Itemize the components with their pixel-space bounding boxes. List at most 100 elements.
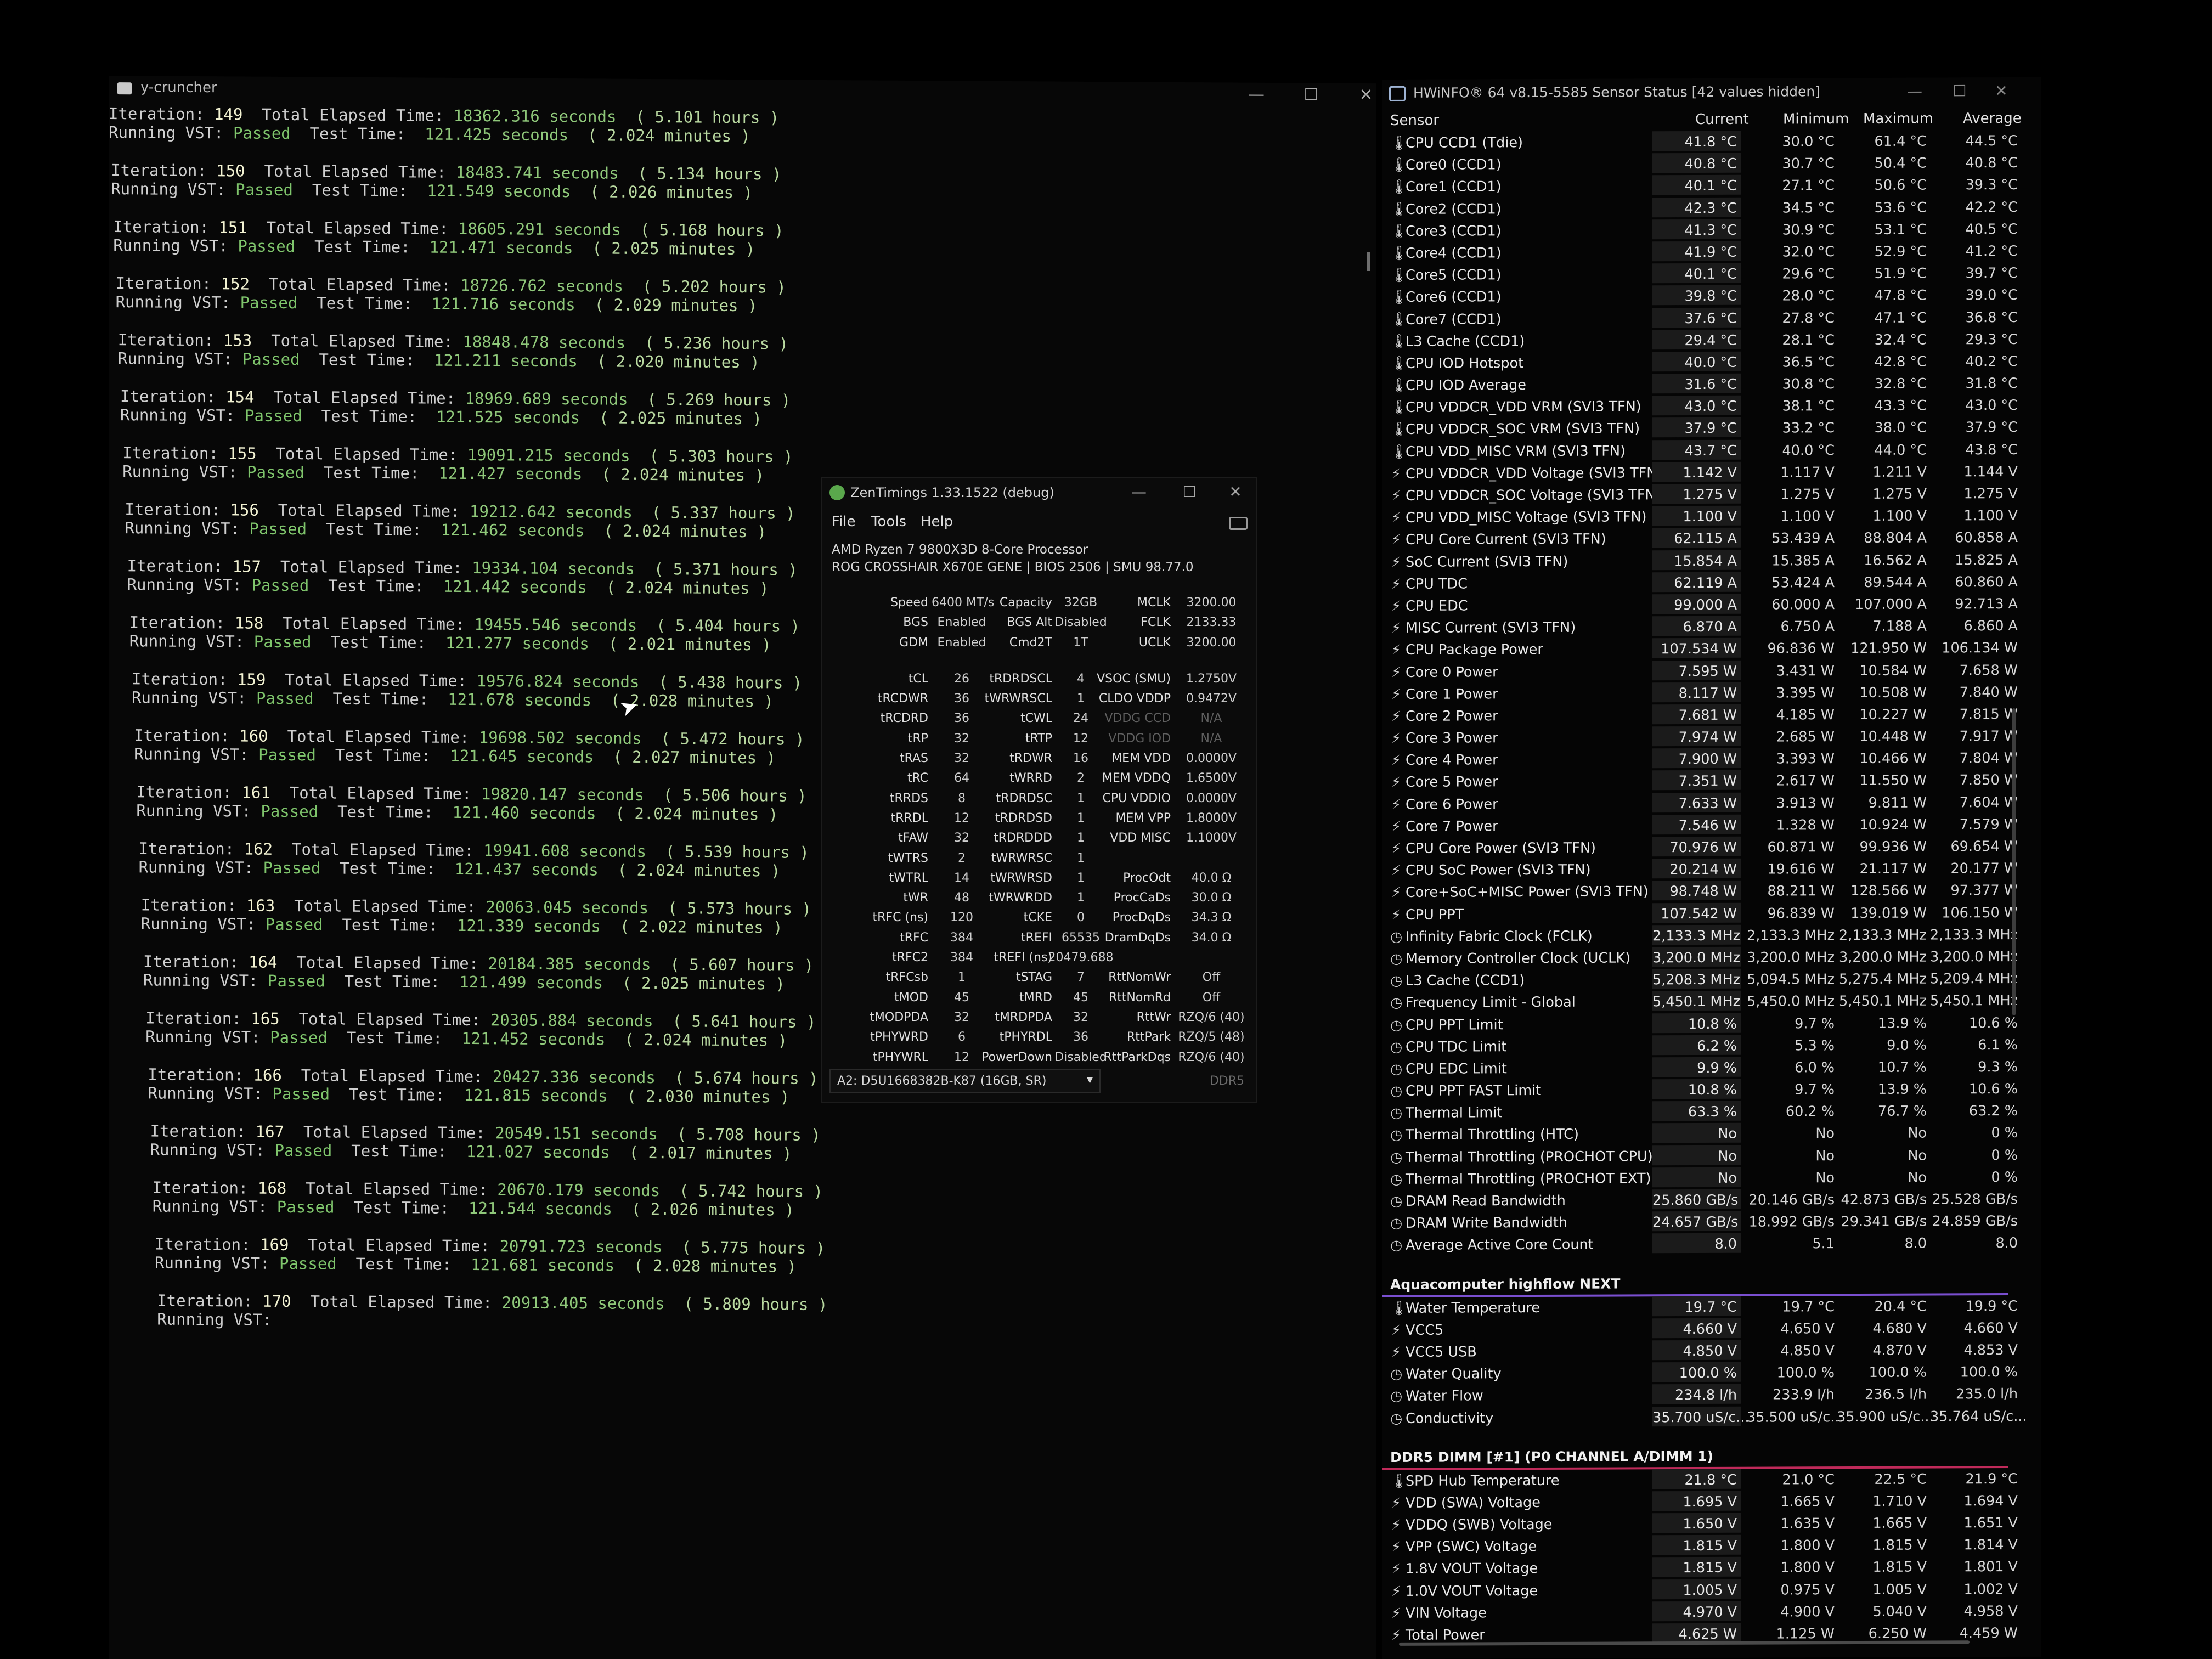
sensor-row[interactable]: 🌡 CPU VDD_MISC VRM (SVI3 TFN) 43.7 °C 40.0 … [1383,438,2041,462]
voltage-label: ProcDqDs [1112,911,1171,925]
sensor-row[interactable]: ⚡ Core 5 Power 7.351 W 2.617 W 11.550 W 7.850… [1383,769,2041,793]
sensor-row[interactable]: ⚡ Core 3 Power 7.974 W 2.685 W 10.448 W 7.917… [1383,725,2041,749]
sensor-row[interactable]: 🌡 Water Temperature 19.7 °C 19.7 °C 20.4 °C 1… [1383,1295,2041,1319]
sensor-row[interactable]: ◷ Conductivity 35.700 uS/c... 35.500 uS/c..… [1383,1405,2041,1429]
sensor-row[interactable]: 🌡 Core5 (CCD1) 40.1 °C 29.6 °C 51.9 °C 39.7 °… [1383,262,2041,286]
minimize-button[interactable]: — [1122,483,1155,501]
sensor-average: 4.660 V [1963,1319,2018,1337]
sensor-row[interactable]: ⚡ CPU Package Power 107.534 W 96.836 W 121.9… [1383,637,2041,661]
sensor-row[interactable]: ◷ Water Flow 234.8 l/h 233.9 l/h 236.5 l/h 23… [1383,1383,2041,1407]
scrollbar[interactable] [2012,708,2016,1015]
sensor-row[interactable]: 🌡 SPD Hub Temperature 21.8 °C 21.0 °C 22.5 °… [1383,1468,2041,1492]
close-button[interactable]: ✕ [1219,483,1252,501]
menu-file[interactable]: File [832,514,856,530]
sensor-row[interactable]: 🌡 Core4 (CCD1) 41.9 °C 32.0 °C 52.9 °C 41.2 °… [1383,240,2041,264]
menu-help[interactable]: Help [921,514,953,530]
voltage-label: MEM VDDQ [1102,771,1171,786]
sensor-row[interactable]: ◷ Average Active Core Count 8.0 5.1 8.0 8.0 [1383,1232,2041,1256]
sensor-row[interactable]: ⚡ MISC Current (SVI3 TFN) 6.870 A 6.750 A 7.… [1383,615,2041,639]
col-maximum[interactable]: Maximum [1863,110,1933,127]
sensor-row[interactable]: ⚡ Core 7 Power 7.546 W 1.328 W 10.924 W 7.579… [1383,814,2041,838]
zentimings-titlebar[interactable]: ZenTimings 1.33.1522 (debug) — ☐ ✕ [822,478,1256,507]
col-sensor[interactable]: Sensor [1390,112,1439,129]
sensor-row[interactable]: 🌡 CPU CCD1 (Tdie) 41.8 °C 30.0 °C 61.4 °C 44.… [1383,130,2041,154]
sensor-row[interactable]: 🌡 Core3 (CCD1) 41.3 °C 30.9 °C 53.1 °C 40.5 °… [1383,218,2041,242]
maximize-button[interactable]: ☐ [1295,85,1328,104]
col-current[interactable]: Current [1695,111,1749,128]
close-button[interactable]: ✕ [1985,82,2018,100]
sensor-row[interactable]: ⚡ CPU Core Power (SVI3 TFN) 70.976 W 60.871… [1383,836,2041,860]
zentimings-window[interactable]: ZenTimings 1.33.1522 (debug) — ☐ ✕ File … [821,477,1257,1103]
ycruncher-titlebar[interactable]: y-cruncher — ☐ ✕ [109,76,1376,105]
sensor-row[interactable]: ◷ Frequency Limit - Global 5,450.1 MHz 5,45… [1383,990,2041,1014]
sensor-row[interactable]: 🌡 Core7 (CCD1) 37.6 °C 27.8 °C 47.1 °C 36.8 °… [1383,306,2041,330]
sensor-row[interactable]: ⚡ Core+SoC+MISC Power (SVI3 TFN) 98.748 W 8… [1383,879,2041,904]
sensor-row[interactable]: ⚡ CPU TDC 62.119 A 53.424 A 89.544 A 60.860 A [1383,571,2041,595]
sensor-row[interactable]: ⚡ Core 6 Power 7.633 W 3.913 W 9.811 W 7.604 … [1383,791,2041,815]
hwinfo-titlebar[interactable]: HWiNFO® 64 v8.15-5585 Sensor Status [42 … [1383,77,2041,108]
sensor-row[interactable]: ⚡ CPU PPT 107.542 W 96.839 W 139.019 W 106.15… [1383,901,2041,926]
sensor-row[interactable]: ⚡ CPU SoC Power (SVI3 TFN) 20.214 W 19.616 … [1383,857,2041,882]
sensor-row[interactable]: ◷ Memory Controller Clock (UCLK) 3,200.0 M… [1383,946,2041,970]
col-minimum[interactable]: Minimum [1783,111,1849,127]
sensor-row[interactable]: 🌡 CPU IOD Hotspot 40.0 °C 36.5 °C 42.8 °C 40.… [1383,351,2041,375]
sensor-row[interactable]: ⚡ VCC5 USB 4.850 V 4.850 V 4.870 V 4.853 V [1383,1339,2041,1363]
sensor-row[interactable]: 🌡 CPU IOD Average 31.6 °C 30.8 °C 32.8 °C 31.… [1383,373,2041,397]
sensor-row[interactable]: ◷ Thermal Limit 63.3 % 60.2 % 76.7 % 63.2 % [1383,1100,2041,1124]
sensor-row[interactable]: 🌡 L3 Cache (CCD1) 29.4 °C 28.1 °C 32.4 °C 29.… [1383,328,2041,352]
sensor-row[interactable]: 🌡 Core6 (CCD1) 39.8 °C 28.0 °C 47.8 °C 39.0 °… [1383,284,2041,308]
close-button[interactable]: ✕ [1350,86,1383,105]
sensor-row[interactable]: ◷ Infinity Fabric Clock (FCLK) 2,133.3 MHz… [1383,924,2041,948]
sensor-row[interactable]: ⚡ VDD (SWA) Voltage 1.695 V 1.665 V 1.710 V 1… [1383,1490,2041,1514]
sensor-row[interactable]: ⚡ SoC Current (SVI3 TFN) 15.854 A 15.385 A 1… [1383,549,2041,573]
hwinfo-window[interactable]: HWiNFO® 64 v8.15-5585 Sensor Status [42 … [1383,77,2041,1659]
test-time-minutes: ( 2.028 minutes ) [634,1256,797,1276]
sensor-row[interactable]: ⚡ CPU VDDCR_SOC Voltage (SVI3 TFN) 1.275 V… [1383,483,2041,507]
sensor-row[interactable]: 🌡 Core0 (CCD1) 40.8 °C 30.7 °C 50.4 °C 40.8 °… [1383,152,2041,176]
sensor-row[interactable]: ⚡ Core 1 Power 8.117 W 3.395 W 10.508 W 7.840… [1383,681,2041,705]
sensor-group-header[interactable]: Aquacomputer highflow NEXT [1383,1271,2041,1297]
sensor-row[interactable]: ⚡ VDDQ (SWB) Voltage 1.650 V 1.635 V 1.665 V… [1383,1512,2041,1536]
sensor-row[interactable]: ⚡ Core 2 Power 7.681 W 4.185 W 10.227 W 7.815… [1383,703,2041,727]
sensor-row[interactable]: ⚡ CPU VDD_MISC Voltage (SVI3 TFN) 1.100 V 1… [1383,505,2041,529]
sensor-row[interactable]: ⚡ VIN Voltage 4.970 V 4.900 V 5.040 V 4.958 V [1383,1600,2041,1624]
sensor-row[interactable]: ⚡ Core 0 Power 7.595 W 3.431 W 10.584 W 7.658… [1383,659,2041,683]
sensor-row[interactable]: 🌡 Core1 (CCD1) 40.1 °C 27.1 °C 50.6 °C 39.3 °… [1383,174,2041,198]
sensor-row[interactable]: ⚡ CPU EDC 99.000 A 60.000 A 107.000 A 92.713 … [1383,593,2041,617]
sensor-row[interactable]: ◷ DRAM Write Bandwidth 24.657 GB/s 18.992 G… [1383,1210,2041,1234]
sensor-row[interactable]: ⚡ 1.8V VOUT Voltage 1.815 V 1.800 V 1.815 V 1… [1383,1556,2041,1580]
sensor-row[interactable]: ◷ Thermal Throttling (PROCHOT EXT) No No No 0… [1383,1166,2041,1190]
sensor-name: CPU IOD Hotspot [1406,354,1524,372]
minimize-button[interactable]: — [1898,82,1931,100]
sensor-row[interactable]: 🌡 CPU VDDCR_VDD VRM (SVI3 TFN) 43.0 °C 38.1… [1383,394,2041,419]
sensor-row[interactable]: ◷ CPU EDC Limit 9.9 % 6.0 % 10.7 % 9.3 % [1383,1056,2041,1080]
sensor-row[interactable]: ◷ Thermal Throttling (HTC) No No No 0 % [1383,1122,2041,1146]
sensor-row[interactable]: ⚡ Core 4 Power 7.900 W 3.393 W 10.466 W 7.804… [1383,747,2041,771]
sensor-minimum: 4.650 V [1780,1320,1835,1338]
dimm-select[interactable]: A2: D5U1668382B-K87 (16GB, SR) ▾ [830,1069,1101,1093]
menu-tools[interactable]: Tools [871,514,906,530]
elapsed-hours: ( 5.573 hours ) [668,899,812,918]
col-average[interactable]: Average [1963,110,2022,127]
bolt-icon: ⚡ [1391,1605,1401,1622]
sensor-row[interactable]: ◷ Water Quality 100.0 % 100.0 % 100.0 % 100.0… [1383,1361,2041,1385]
sensor-row[interactable]: ◷ L3 Cache (CCD1) 5,208.3 MHz 5,094.5 MHz 5,… [1383,968,2041,992]
sensor-row[interactable]: 🌡 CPU VDDCR_SOC VRM (SVI3 TFN) 37.9 °C 33.2… [1383,416,2041,441]
sensor-row[interactable]: ⚡ 1.0V VOUT Voltage 1.005 V 0.975 V 1.005 V 1… [1383,1578,2041,1602]
sensor-group-header[interactable]: DDR5 DIMM [#1] (P0 CHANNEL A/DIMM 1) [1383,1443,2041,1470]
camera-icon[interactable] [1229,517,1248,530]
sensor-row[interactable]: ⚡ VCC5 4.660 V 4.650 V 4.680 V 4.660 V [1383,1317,2041,1341]
sensor-row[interactable]: ◷ DRAM Read Bandwidth 25.860 GB/s 20.146 GB… [1383,1188,2041,1212]
sensor-row[interactable]: ◷ CPU TDC Limit 6.2 % 5.3 % 9.0 % 6.1 % [1383,1034,2041,1058]
sensor-row[interactable]: ⚡ VPP (SWC) Voltage 1.815 V 1.800 V 1.815 V 1… [1383,1534,2041,1558]
sensor-row[interactable]: ⚡ CPU VDDCR_VDD Voltage (SVI3 TFN) 1.142 V… [1383,461,2041,485]
maximize-button[interactable]: ☐ [1943,82,1976,100]
test-time-seconds: 121.525 seconds [436,407,580,427]
minimize-button[interactable]: — [1240,85,1273,104]
sensor-row[interactable]: ◷ CPU PPT FAST Limit 10.8 % 9.7 % 13.9 % 10.6… [1383,1078,2041,1102]
sensor-row[interactable]: ⚡ CPU Core Current (SVI3 TFN) 62.115 A 53.4… [1383,527,2041,551]
sensor-row[interactable]: 🌡 Core2 (CCD1) 42.3 °C 34.5 °C 53.6 °C 42.2 °… [1383,196,2041,220]
sensor-row[interactable]: ◷ Thermal Throttling (PROCHOT CPU) No No No 0… [1383,1144,2041,1168]
sensor-row[interactable]: ◷ CPU PPT Limit 10.8 % 9.7 % 13.9 % 10.6 % [1383,1012,2041,1036]
maximize-button[interactable]: ☐ [1173,483,1206,501]
